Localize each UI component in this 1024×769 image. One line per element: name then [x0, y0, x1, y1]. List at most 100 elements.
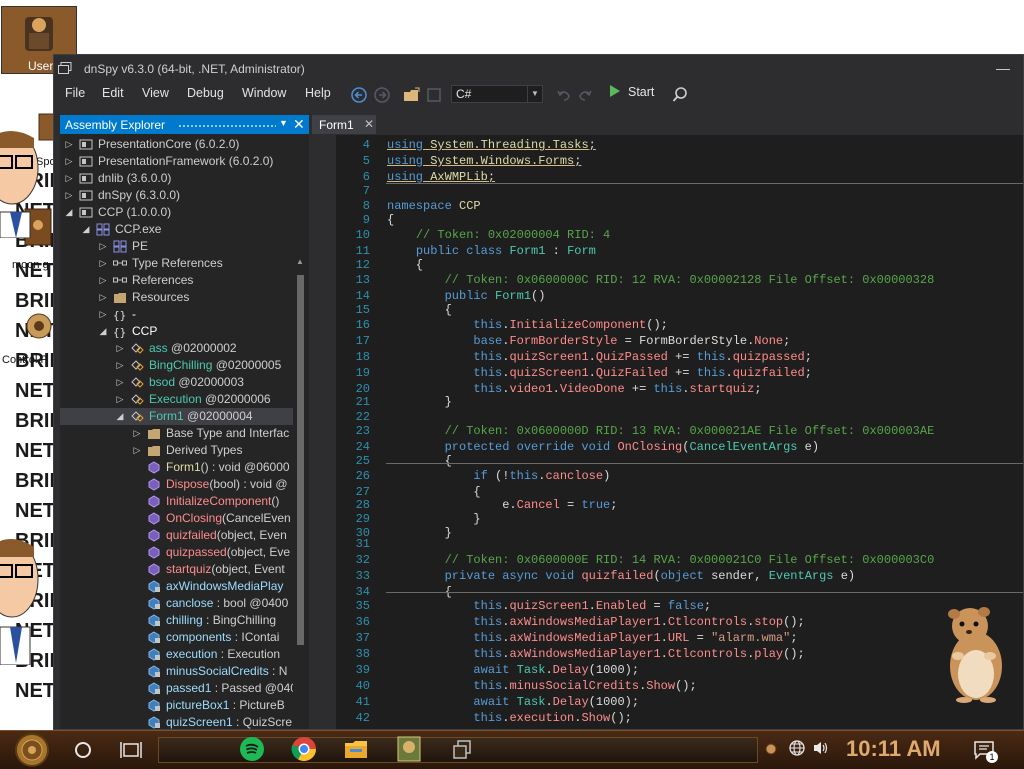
- minimize-button[interactable]: —: [995, 59, 1011, 77]
- tree-item[interactable]: axWindowsMediaPlay: [60, 578, 293, 595]
- menu-debug[interactable]: Debug: [187, 86, 224, 100]
- tree-item[interactable]: ◢ CCP (1.0.0.0): [60, 204, 293, 221]
- code-line[interactable]: 37 this.axWindowsMediaPlayer1.URL = "ala…: [312, 630, 1023, 646]
- code-line[interactable]: 7: [312, 183, 1023, 199]
- collapse-icon[interactable]: ◢: [115, 408, 125, 425]
- drag-grip[interactable]: [178, 124, 276, 128]
- tree-item[interactable]: Form1() : void @06000: [60, 459, 293, 476]
- tree-item[interactable]: ▷ bsod @02000003: [60, 374, 293, 391]
- code-line[interactable]: 33 private async void quizfailed(object …: [312, 568, 1023, 584]
- expand-icon[interactable]: ▷: [98, 289, 108, 306]
- code-line[interactable]: 17 base.FormBorderStyle = FormBorderStyl…: [312, 333, 1023, 349]
- tray-overflow-icon[interactable]: [764, 742, 778, 756]
- tree-item[interactable]: ◢ {} CCP: [60, 323, 293, 340]
- redo-icon[interactable]: [577, 87, 593, 103]
- tree-item[interactable]: ▷ PE: [60, 238, 293, 255]
- code-line[interactable]: 13 // Token: 0x0600000C RID: 12 RVA: 0x0…: [312, 272, 1023, 288]
- start-menu-icon[interactable]: [12, 732, 52, 768]
- chrome-icon[interactable]: [290, 735, 318, 763]
- tree-item[interactable]: canclose : bool @0400: [60, 595, 293, 612]
- tree-item[interactable]: ▷ {} -: [60, 306, 293, 323]
- tree-item[interactable]: ▷ PresentationFramework (6.0.2.0): [60, 153, 293, 170]
- code-line[interactable]: 35 this.quizScreen1.Enabled = false;: [312, 598, 1023, 614]
- collapse-icon[interactable]: ◢: [98, 323, 108, 340]
- close-icon[interactable]: ✕: [364, 117, 374, 131]
- tree-item[interactable]: minusSocialCredits : N: [60, 663, 293, 680]
- start-debugging-button[interactable]: Start: [610, 85, 654, 105]
- expand-icon[interactable]: ▷: [115, 340, 125, 357]
- tree-item[interactable]: ◢ Form1 @02000004: [60, 408, 293, 425]
- open-folder-icon[interactable]: [403, 86, 421, 104]
- tree-item[interactable]: quizScreen1 : QuizScre: [60, 714, 293, 729]
- close-icon[interactable]: ✕: [293, 116, 305, 133]
- expand-icon[interactable]: ▷: [115, 391, 125, 408]
- file-explorer-icon[interactable]: [342, 735, 370, 763]
- code-line[interactable]: 31: [312, 536, 1023, 552]
- collapse-icon[interactable]: ◢: [64, 204, 74, 221]
- code-line[interactable]: 9{: [312, 212, 1023, 228]
- tree-item[interactable]: ▷ Type References: [60, 255, 293, 272]
- scrollbar-thumb[interactable]: [297, 275, 304, 645]
- expand-icon[interactable]: ▷: [98, 306, 108, 323]
- code-line[interactable]: 15 {: [312, 302, 1023, 318]
- code-editor[interactable]: 4 using System.Threading.Tasks; 5 using Sys…: [312, 135, 1023, 729]
- network-globe-icon[interactable]: [788, 739, 806, 757]
- expand-icon[interactable]: ▷: [98, 255, 108, 272]
- code-line[interactable]: 36 this.axWindowsMediaPlayer1.Ctlcontrol…: [312, 614, 1023, 630]
- cortana-icon[interactable]: [70, 737, 96, 763]
- assembly-explorer-header[interactable]: Assembly Explorer ▼ ✕: [60, 115, 309, 134]
- tree-item[interactable]: ▷ Base Type and Interfac: [60, 425, 293, 442]
- menu-edit[interactable]: Edit: [102, 86, 124, 100]
- code-line[interactable]: 26 if (!this.canclose): [312, 468, 1023, 484]
- tree-item[interactable]: ▷ Resources: [60, 289, 293, 306]
- multitask-icon[interactable]: [450, 737, 476, 763]
- dnspy-taskbar-icon[interactable]: [396, 735, 422, 763]
- code-line[interactable]: 5 using System.Windows.Forms;: [312, 153, 1023, 169]
- tree-item[interactable]: pictureBox1 : PictureB: [60, 697, 293, 714]
- tree-item[interactable]: ▷ BingChilling @02000005: [60, 357, 293, 374]
- tree-item[interactable]: ◢ CCP.exe: [60, 221, 293, 238]
- collapse-icon[interactable]: ◢: [81, 221, 91, 238]
- tree-item[interactable]: passed1 : Passed @040: [60, 680, 293, 697]
- expand-icon[interactable]: ▷: [64, 187, 74, 204]
- expand-icon[interactable]: ▷: [98, 238, 108, 255]
- search-icon[interactable]: [672, 86, 688, 104]
- chevron-up-icon[interactable]: ▲: [296, 257, 304, 266]
- volume-icon[interactable]: [812, 739, 830, 757]
- tree-item[interactable]: startquiz(object, Event: [60, 561, 293, 578]
- expand-icon[interactable]: ▷: [132, 425, 142, 442]
- task-view-icon[interactable]: [118, 737, 144, 763]
- expand-icon[interactable]: ▷: [64, 136, 74, 153]
- chevron-down-icon[interactable]: ▼: [279, 118, 288, 128]
- expand-icon[interactable]: ▷: [115, 357, 125, 374]
- title-bar[interactable]: dnSpy v6.3.0 (64-bit, .NET, Administrato…: [54, 55, 1023, 83]
- code-line[interactable]: 39 await Task.Delay(1000);: [312, 662, 1023, 678]
- tree-item[interactable]: InitializeComponent(): [60, 493, 293, 510]
- expand-icon[interactable]: ▷: [64, 170, 74, 187]
- menu-window[interactable]: Window: [242, 86, 286, 100]
- save-all-icon[interactable]: [426, 87, 442, 103]
- menu-help[interactable]: Help: [305, 86, 331, 100]
- code-line[interactable]: 42 this.execution.Show();: [312, 710, 1023, 726]
- code-line[interactable]: 12 {: [312, 257, 1023, 273]
- code-line[interactable]: 40 this.minusSocialCredits.Show();: [312, 678, 1023, 694]
- code-line[interactable]: 19 this.quizScreen1.QuizFailed += this.q…: [312, 365, 1023, 381]
- tree-item[interactable]: ▷ dnSpy (6.3.0.0): [60, 187, 293, 204]
- undo-icon[interactable]: [556, 87, 572, 103]
- expand-icon[interactable]: ▷: [115, 374, 125, 391]
- expand-icon[interactable]: ▷: [64, 153, 74, 170]
- tree-item[interactable]: execution : Execution: [60, 646, 293, 663]
- tree-item[interactable]: quizpassed(object, Eve: [60, 544, 293, 561]
- code-line[interactable]: 25 {: [312, 453, 1023, 469]
- code-line[interactable]: 21 }: [312, 394, 1023, 410]
- navigate-back-icon[interactable]: [351, 87, 367, 103]
- code-line[interactable]: 16 this.InitializeComponent();: [312, 317, 1023, 333]
- tree-item[interactable]: ▷ dnlib (3.6.0.0): [60, 170, 293, 187]
- taskbar-clock[interactable]: 10:11 AM: [846, 736, 941, 762]
- code-line[interactable]: 41 await Task.Delay(1000);: [312, 694, 1023, 710]
- code-line[interactable]: 32 // Token: 0x0600000E RID: 14 RVA: 0x0…: [312, 552, 1023, 568]
- tree-item[interactable]: OnClosing(CancelEven: [60, 510, 293, 527]
- tree-item[interactable]: Dispose(bool) : void @: [60, 476, 293, 493]
- tree-scrollbar[interactable]: ▲: [296, 195, 305, 729]
- navigate-forward-icon[interactable]: [374, 87, 390, 103]
